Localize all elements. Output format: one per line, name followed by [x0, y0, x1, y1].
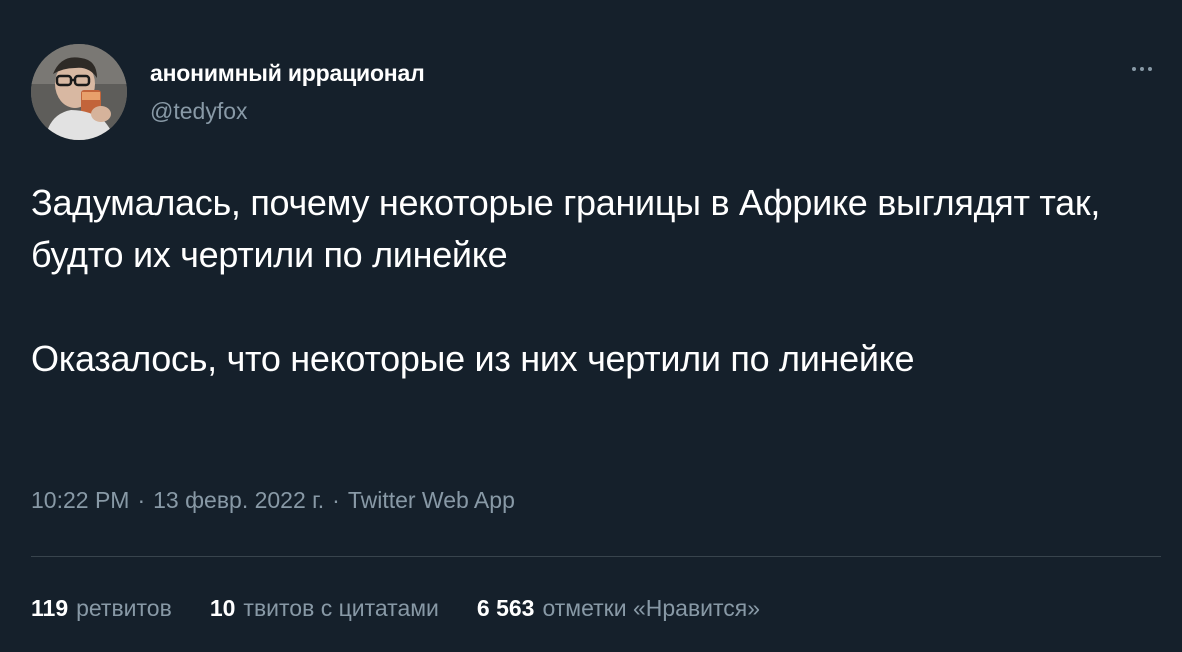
tweet-stats: 119 ретвитов 10 твитов с цитатами 6 563 …	[31, 595, 760, 622]
author-display-name[interactable]: анонимный иррационал	[150, 60, 425, 87]
tweet-time[interactable]: 10:22 PM	[31, 487, 129, 514]
tweet-text: Задумалась, почему некоторые границы в А…	[31, 177, 1141, 385]
quotes-count: 10	[209, 595, 236, 621]
more-options-icon[interactable]	[1124, 58, 1160, 80]
dot	[1132, 67, 1136, 71]
likes-count: 6 563	[476, 595, 535, 621]
tweet-card: анонимный иррационал @tedyfox Задумалась…	[0, 0, 1182, 652]
dot	[1140, 67, 1144, 71]
meta-separator: ·	[137, 487, 146, 513]
dot	[1148, 67, 1152, 71]
tweet-meta: 10:22 PM · 13 февр. 2022 г. · Twitter We…	[31, 487, 515, 514]
tweet-paragraph: Оказалось, что некоторые из них чертили …	[31, 338, 915, 379]
divider	[31, 556, 1161, 557]
tweet-source-link[interactable]: Twitter Web App	[348, 487, 515, 514]
quotes-stat[interactable]: 10 твитов с цитатами	[210, 595, 439, 622]
quotes-label: твитов с цитатами	[243, 595, 439, 621]
likes-stat[interactable]: 6 563 отметки «Нравится»	[477, 595, 760, 622]
avatar[interactable]	[31, 44, 127, 140]
likes-label: отметки «Нравится»	[542, 595, 761, 621]
retweets-count: 119	[31, 595, 69, 621]
tweet-date[interactable]: 13 февр. 2022 г.	[153, 487, 324, 514]
retweets-stat[interactable]: 119 ретвитов	[31, 595, 172, 622]
retweets-label: ретвитов	[76, 595, 172, 621]
meta-separator: ·	[332, 487, 340, 513]
avatar-photo-icon	[31, 44, 127, 140]
author-handle[interactable]: @tedyfox	[150, 98, 248, 125]
tweet-paragraph: Задумалась, почему некоторые границы в А…	[31, 182, 1101, 275]
